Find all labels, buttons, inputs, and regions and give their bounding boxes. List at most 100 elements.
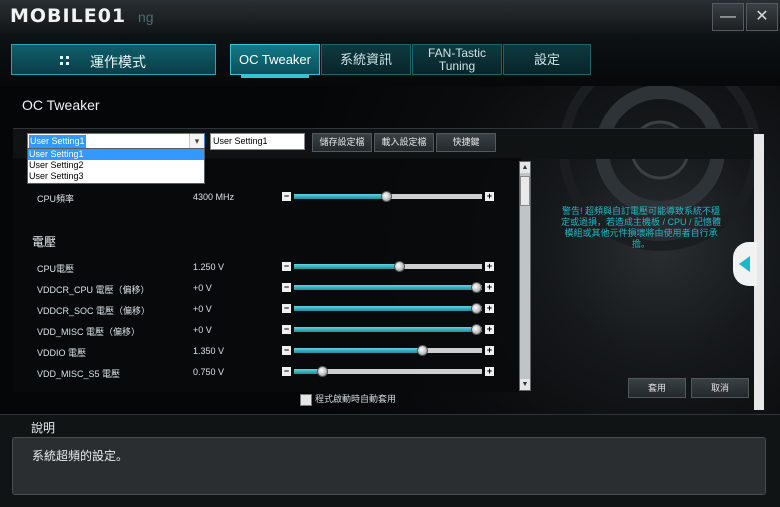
dropdown-option[interactable]: User Setting2 — [28, 160, 204, 171]
slider-fill — [294, 264, 400, 269]
plus-icon[interactable]: + — [485, 346, 494, 355]
setting-row-vdd-misc: VDD_MISC 電壓（偏移） +0 V − + — [13, 322, 521, 342]
save-profile-button[interactable]: 儲存設定檔 — [312, 133, 372, 152]
setting-value: 1.350 V — [193, 346, 225, 356]
minimize-button[interactable]: — — [712, 3, 744, 31]
slider-knob[interactable] — [416, 345, 428, 356]
plus-icon[interactable]: + — [485, 262, 494, 271]
title-bar: MOBILE01 ng — ✕ — [0, 0, 780, 35]
tab-system-info[interactable]: 系統資訊 — [321, 44, 411, 75]
hotkey-button[interactable]: 快捷鍵 — [436, 133, 496, 152]
cpu-voltage-slider[interactable]: − + — [282, 261, 494, 273]
setting-name: VDDCR_CPU 電壓（偏移） — [37, 285, 150, 295]
slider-fill — [294, 327, 477, 332]
slider-track[interactable] — [294, 324, 483, 335]
auto-apply-checkbox[interactable]: 程式啟動時自動套用 — [300, 392, 396, 406]
slider-track[interactable] — [294, 282, 483, 293]
slider-knob[interactable] — [471, 303, 483, 314]
plus-icon[interactable]: + — [485, 325, 494, 334]
plus-icon[interactable]: + — [485, 304, 494, 313]
slider-track[interactable] — [294, 191, 482, 202]
minus-icon[interactable]: − — [282, 262, 291, 271]
minus-icon[interactable]: − — [282, 346, 291, 355]
plus-icon[interactable]: + — [485, 192, 494, 201]
slider-track[interactable] — [294, 303, 483, 314]
plus-icon[interactable]: + — [485, 283, 494, 292]
load-profile-button[interactable]: 載入設定檔 — [374, 133, 434, 152]
setting-row-vddcr-cpu: VDDCR_CPU 電壓（偏移） +0 V − + — [13, 280, 521, 300]
description-box: 系統超頻的設定。 — [12, 437, 766, 495]
minus-icon[interactable]: − — [282, 304, 291, 313]
cancel-button[interactable]: 取消 — [691, 378, 749, 398]
warning-text: 警告! 超頻與自訂電壓可能導致系統不穩定或過損，若造成主機板 / CPU / 記… — [560, 206, 721, 249]
apply-button[interactable]: 套用 — [628, 378, 686, 398]
setting-value: 4300 MHz — [193, 192, 235, 202]
setting-value: +0 V — [193, 304, 212, 314]
setting-value: 1.250 V — [193, 262, 225, 272]
grid-icon — [60, 56, 69, 65]
description-panel: 說明 系統超頻的設定。 — [0, 414, 780, 507]
nav-bar: 運作模式 OC Tweaker 系統資訊 FAN-Tastic Tuning 設… — [0, 34, 780, 86]
slider-fill — [294, 285, 477, 290]
setting-value: +0 V — [193, 325, 212, 335]
operation-mode-label: 運作模式 — [90, 54, 146, 70]
app-logo-tail: ng — [138, 9, 154, 25]
slider-knob[interactable] — [317, 366, 329, 377]
profile-select-value: User Setting1 — [29, 135, 86, 148]
dropdown-option[interactable]: User Setting3 — [28, 171, 204, 182]
description-text: 系統超頻的設定。 — [32, 449, 129, 463]
scroll-down-icon[interactable]: ▼ — [520, 379, 530, 390]
operation-mode-button[interactable]: 運作模式 — [11, 44, 216, 75]
slider-fill — [294, 306, 477, 311]
chevron-down-icon[interactable]: ▾ — [189, 134, 204, 149]
slider-knob[interactable] — [394, 261, 406, 272]
setting-row-vddcr-soc: VDDCR_SOC 電壓（偏移） +0 V − + — [13, 301, 521, 321]
plus-icon[interactable]: + — [485, 367, 494, 376]
minus-icon[interactable]: − — [282, 283, 291, 292]
setting-name: CPU電壓 — [37, 264, 75, 274]
scrollbar-thumb[interactable] — [520, 176, 530, 206]
setting-row-vddio: VDDIO 電壓 1.350 V − + — [13, 343, 521, 363]
vddcr-soc-slider[interactable]: − + — [282, 303, 494, 315]
page-title: OC Tweaker — [22, 97, 100, 113]
auto-apply-label: 程式啟動時自動套用 — [315, 394, 397, 404]
vdd-misc-slider[interactable]: − + — [282, 324, 494, 336]
close-button[interactable]: ✕ — [746, 3, 778, 31]
slider-fill — [294, 194, 387, 199]
slider-track[interactable] — [294, 261, 482, 272]
expand-arrow-icon[interactable] — [733, 242, 757, 286]
slider-fill — [294, 348, 422, 353]
settings-list: CPU頻率 4300 MHz − + 電壓 CPU電壓 1.250 V − + … — [13, 158, 521, 392]
checkbox-icon[interactable] — [300, 393, 312, 406]
tab-fan-tastic-tuning[interactable]: FAN-Tastic Tuning — [412, 44, 502, 75]
description-title: 說明 — [31, 421, 56, 435]
setting-value: 0.750 V — [193, 367, 225, 377]
slider-track[interactable] — [294, 345, 482, 356]
setting-name: CPU頻率 — [37, 194, 75, 204]
minus-icon[interactable]: − — [282, 325, 291, 334]
settings-scrollbar[interactable]: ▲ ▼ — [519, 161, 531, 391]
dropdown-option[interactable]: User Setting1 — [28, 149, 204, 160]
slider-knob[interactable] — [381, 191, 393, 202]
setting-name: VDDCR_SOC 電壓（偏移） — [37, 306, 151, 316]
setting-name: VDDIO 電壓 — [37, 348, 87, 358]
slider-track[interactable] — [294, 366, 482, 377]
setting-row-vdd-misc-s5: VDD_MISC_S5 電壓 0.750 V − + — [13, 364, 521, 384]
vdd-misc-s5-slider[interactable]: − + — [282, 366, 494, 378]
minus-icon[interactable]: − — [282, 367, 291, 376]
tab-oc-tweaker[interactable]: OC Tweaker — [230, 44, 320, 78]
profile-name-input[interactable]: User Setting1 — [210, 133, 305, 150]
minus-icon[interactable]: − — [282, 192, 291, 201]
cpu-freq-slider[interactable]: − + — [282, 191, 494, 203]
vddcr-cpu-slider[interactable]: − + — [282, 282, 494, 294]
setting-row-cpu-voltage: CPU電壓 1.250 V − + — [13, 259, 521, 279]
slider-knob[interactable] — [471, 282, 483, 293]
profile-dropdown-list: User Setting1 User Setting2 User Setting… — [27, 148, 205, 184]
slider-knob[interactable] — [471, 324, 483, 335]
setting-value: +0 V — [193, 283, 212, 293]
scroll-up-icon[interactable]: ▲ — [520, 162, 530, 173]
vddio-slider[interactable]: − + — [282, 345, 494, 357]
tab-settings[interactable]: 設定 — [503, 44, 591, 75]
oc-tweaker-panel: OC Tweaker User Setting1 ▾ User Setting1… — [0, 86, 780, 414]
app-logo: MOBILE01 — [10, 5, 127, 27]
